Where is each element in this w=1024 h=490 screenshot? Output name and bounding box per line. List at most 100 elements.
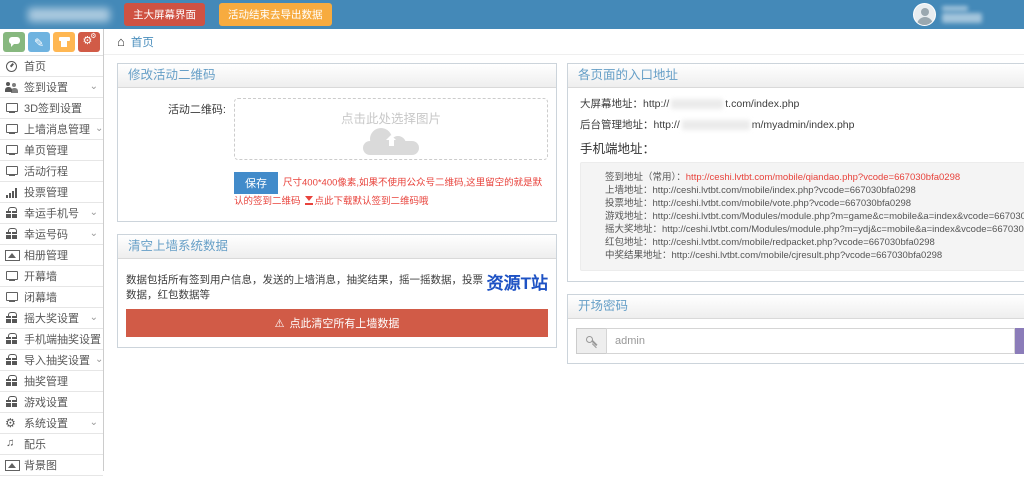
cogs-icon [83, 36, 96, 48]
chat-shortcut-button[interactable] [3, 32, 25, 52]
chevron-down-icon: ⌄ [90, 82, 98, 92]
entry-urls-panel: 各页面的入口地址 大屏幕地址：http://t.com/index.php 后台… [567, 63, 1024, 282]
sidebar-item-label: 上墙消息管理 [24, 121, 90, 137]
home-icon: ⌂ [117, 34, 125, 49]
qrcode-panel-title: 修改活动二维码 [118, 64, 556, 88]
sidebar-item-label: 幸运号码 [24, 226, 68, 242]
gift-icon [5, 396, 19, 408]
sidebar-item-label: 手机端抽奖设置 [24, 331, 101, 347]
settings-shortcut-button[interactable] [78, 32, 100, 52]
sidebar-item[interactable]: 开幕墙 [0, 266, 103, 287]
key-icon [585, 335, 598, 348]
sidebar-item[interactable]: 配乐 [0, 434, 103, 455]
chevron-down-icon: ⌄ [95, 124, 103, 134]
sidebar-item[interactable]: 摇大奖设置 ⌄ [0, 308, 103, 329]
pencil-icon [34, 35, 44, 50]
qrcode-upload-dropzone[interactable]: 点击此处选择图片 [234, 98, 548, 160]
top-navbar: 主大屏幕界面 活动结束去导出数据 [0, 0, 1024, 29]
monitor-icon [5, 291, 19, 303]
qrcode-save-row: 保存尺寸400*400像素,如果不使用公众号二维码,这里留空的就是默认的签到二维… [234, 172, 548, 209]
sidebar-item-label: 3D签到设置 [24, 100, 82, 116]
download-default-qrcode-link[interactable]: 点此下载默认签到二维码哦 [315, 196, 429, 207]
url-line: 投票地址：http://ceshi.lvtbt.com/mobile/vote.… [605, 197, 1024, 210]
edit-shortcut-button[interactable] [28, 32, 50, 52]
main-content: ⌂ 首页 修改活动二维码 活动二维码: 点击此处选择图片 [104, 29, 1024, 490]
monitor-icon [5, 123, 19, 135]
entry-url: http://ceshi.lvtbt.com/mobile/redpacket.… [653, 237, 935, 248]
sidebar-item[interactable]: 系统设置 ⌄ [0, 413, 103, 434]
sidebar-item-label: 投票管理 [24, 184, 68, 200]
sidebar-item[interactable]: 投票管理 [0, 182, 103, 203]
entry-url: http://ceshi.lvtbt.com/mobile/vote.php?v… [653, 198, 912, 209]
users-icon [5, 81, 19, 93]
avatar[interactable] [913, 3, 936, 26]
export-data-button[interactable]: 活动结束去导出数据 [219, 3, 332, 26]
url-line: 游戏地址：http://ceshi.lvtbt.com/Modules/modu… [605, 210, 1024, 223]
chevron-down-icon: ⌄ [95, 355, 103, 365]
breadcrumb: ⌂ 首页 [104, 29, 1024, 55]
gift-icon [5, 207, 19, 219]
chevron-down-icon: ⌄ [90, 418, 98, 428]
blurred-url-segment [671, 99, 723, 109]
entry-url: http://ceshi.lvtbt.com/mobile/cjresult.p… [672, 250, 943, 261]
url-line: 签到地址（常用）：http://ceshi.lvtbt.com/mobile/q… [605, 171, 1024, 184]
shirt-shortcut-button[interactable] [53, 32, 75, 52]
sidebar-item-label: 单页管理 [24, 142, 68, 158]
download-icon [305, 196, 313, 205]
sidebar-item-label: 相册管理 [24, 247, 68, 263]
admin-url-line: 后台管理地址：http://m/myadmin/index.php [580, 117, 1024, 132]
sidebar-item-label: 系统设置 [24, 415, 68, 431]
sidebar-item[interactable]: 上墙消息管理 ⌄ [0, 119, 103, 140]
url-line: 红包地址：http://ceshi.lvtbt.com/mobile/redpa… [605, 236, 1024, 249]
sidebar-item[interactable]: 活动行程 [0, 161, 103, 182]
sidebar-item-label: 背景图 [24, 457, 57, 473]
save-button[interactable]: 保存 [234, 172, 278, 194]
monitor-icon [5, 144, 19, 156]
sidebar-item[interactable]: 相册管理 [0, 245, 103, 266]
sidebar-item[interactable]: 导入抽奖设置 ⌄ [0, 350, 103, 371]
sidebar-item[interactable]: 幸运号码 ⌄ [0, 224, 103, 245]
opening-password-input[interactable] [606, 328, 1015, 354]
sidebar-item[interactable]: 单页管理 [0, 140, 103, 161]
entry-url: http://ceshi.lvtbt.com/mobile/index.php?… [653, 185, 916, 196]
sidebar-item-label: 开幕墙 [24, 268, 57, 284]
qrcode-panel: 修改活动二维码 活动二维码: 点击此处选择图片 [117, 63, 557, 222]
sidebar-item[interactable]: 幸运手机号 ⌄ [0, 203, 103, 224]
music-icon [5, 438, 19, 450]
user-menu[interactable] [913, 3, 982, 26]
sidebar-item[interactable]: 签到设置 ⌄ [0, 77, 103, 98]
chevron-down-icon: ⌄ [90, 313, 98, 323]
sidebar: 首页 签到设置 ⌄ 3D签到设置 上墙消息管理 [0, 29, 104, 471]
sidebar-shortcuts [0, 29, 103, 56]
entry-panel-title: 各页面的入口地址 [568, 64, 1024, 88]
sidebar-item-label: 闭幕墙 [24, 289, 57, 305]
entry-url[interactable]: http://ceshi.lvtbt.com/mobile/qiandao.ph… [686, 172, 960, 183]
url-line: 上墙地址：http://ceshi.lvtbt.com/mobile/index… [605, 184, 1024, 197]
mobile-urls-label: 手机端地址： [580, 138, 1024, 157]
sidebar-item[interactable]: 手机端抽奖设置 ⌄ [0, 329, 103, 350]
sidebar-item[interactable]: 游戏设置 [0, 392, 103, 413]
url-line: 摇大奖地址：http://ceshi.lvtbt.com/Modules/mod… [605, 223, 1024, 236]
sidebar-item[interactable]: 背景图 [0, 455, 103, 476]
sidebar-item-label: 活动行程 [24, 163, 68, 179]
qrcode-field-label: 活动二维码: [126, 98, 234, 160]
sidebar-item-label: 导入抽奖设置 [24, 352, 90, 368]
monitor-icon [5, 270, 19, 282]
image-icon [5, 249, 19, 261]
sidebar-item-label: 抽奖管理 [24, 373, 68, 389]
clear-all-data-button[interactable]: ⚠点此清空所有上墙数据 [126, 309, 548, 337]
sidebar-item[interactable]: 抽奖管理 [0, 371, 103, 392]
upload-hint-text: 点击此处选择图片 [235, 108, 547, 127]
warning-icon: ⚠ [275, 318, 285, 330]
shirt-icon [59, 37, 70, 47]
breadcrumb-home-link[interactable]: 首页 [131, 34, 154, 50]
sidebar-item[interactable]: 首页 [0, 56, 103, 77]
sidebar-item[interactable]: 3D签到设置 [0, 98, 103, 119]
sidebar-item-label: 首页 [24, 58, 46, 74]
sidebar-item[interactable]: 闭幕墙 [0, 287, 103, 308]
chevron-down-icon: ⌄ [90, 208, 98, 218]
monitor-icon [5, 102, 19, 114]
main-screen-button[interactable]: 主大屏幕界面 [124, 3, 205, 26]
change-password-button[interactable]: 修改 [1015, 328, 1024, 354]
sidebar-item-label: 摇大奖设置 [24, 310, 79, 326]
